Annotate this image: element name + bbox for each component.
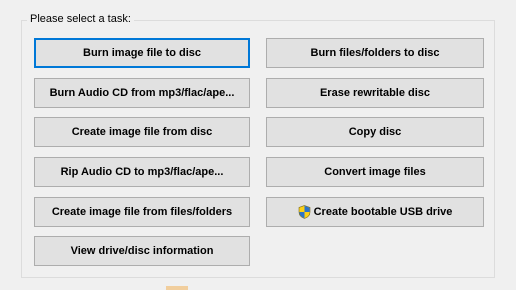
- create-image-from-files-button[interactable]: Create image file from files/folders: [34, 197, 250, 227]
- rip-audio-cd-button[interactable]: Rip Audio CD to mp3/flac/ape...: [34, 157, 250, 187]
- task-group-label: Please select a task:: [27, 12, 134, 26]
- create-bootable-usb-label: Create bootable USB drive: [313, 206, 453, 218]
- copy-disc-button[interactable]: Copy disc: [266, 117, 484, 147]
- create-image-from-disc-button[interactable]: Create image file from disc: [34, 117, 250, 147]
- create-bootable-usb-button[interactable]: Create bootable USB drive: [266, 197, 484, 227]
- burn-image-button[interactable]: Burn image file to disc: [34, 38, 250, 68]
- view-drive-info-button[interactable]: View drive/disc information: [34, 236, 250, 266]
- burn-audio-cd-button[interactable]: Burn Audio CD from mp3/flac/ape...: [34, 78, 250, 108]
- burn-files-folders-button[interactable]: Burn files/folders to disc: [266, 38, 484, 68]
- convert-image-files-button[interactable]: Convert image files: [266, 157, 484, 187]
- task-window: Please select a task: Burn image file to…: [0, 0, 516, 290]
- watermark-mark: [166, 286, 188, 290]
- erase-disc-button[interactable]: Erase rewritable disc: [266, 78, 484, 108]
- uac-shield-icon: [298, 205, 311, 219]
